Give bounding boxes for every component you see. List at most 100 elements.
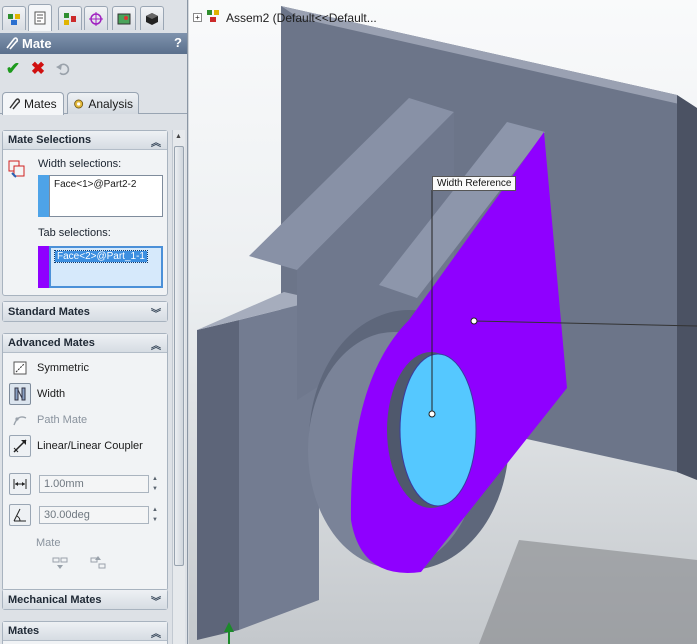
help-button[interactable]: ? <box>174 35 182 50</box>
expand-tree-icon[interactable]: + <box>193 13 202 22</box>
paperclip-icon <box>9 98 20 110</box>
crosshair-icon <box>89 11 103 26</box>
feature-manager-tabs <box>0 4 187 31</box>
mate-paperclip-icon <box>4 36 19 53</box>
check-icon: ✔ <box>5 59 21 78</box>
assembly-icon <box>206 9 222 26</box>
advanced-mates-header[interactable]: Advanced Mates ︽ <box>3 334 167 353</box>
assembly-model[interactable] <box>189 0 697 644</box>
appearance-tab[interactable] <box>140 6 164 30</box>
standard-mates-header[interactable]: Standard Mates ︾ <box>3 302 167 321</box>
anti-aligned-icon[interactable] <box>89 555 107 574</box>
scrollbar-thumb[interactable] <box>174 146 184 566</box>
width-face-selected[interactable] <box>399 353 477 507</box>
tab-selection-item[interactable]: Face<2>@Part_1-1 <box>54 250 148 263</box>
spin-up-icon[interactable]: ▲ <box>152 506 160 514</box>
action-buttons: ✔ ✖ <box>0 57 187 81</box>
advanced-mates-group: Advanced Mates ︽ Symmetric Width Path Ma… <box>2 333 168 591</box>
width-reference-callout: Width Reference <box>432 176 517 191</box>
path-mate-option[interactable]: Path Mate <box>9 409 87 431</box>
close-icon: ✖ <box>30 59 46 78</box>
mate-alignment-label: Mate <box>36 537 61 549</box>
spin-down-icon[interactable]: ▼ <box>152 516 160 524</box>
tab-analysis[interactable]: Analysis <box>67 92 139 114</box>
distance-icon <box>9 473 31 495</box>
property-manager-panel: Mate ? ✔ ✖ Mates Analysis Mate Selection… <box>0 0 188 644</box>
linear-coupler-option[interactable]: Linear/Linear Coupler <box>9 435 143 457</box>
display-manager-tab[interactable] <box>112 6 136 30</box>
property-manager-title-bar: Mate ? <box>0 33 187 54</box>
distance-spinner[interactable]: ▲ ▼ <box>152 475 160 493</box>
assembly-name[interactable]: Assem2 (Default<<Default... <box>226 11 377 25</box>
analysis-gear-icon <box>74 99 84 108</box>
base-block-side <box>197 320 239 640</box>
angle-icon <box>9 504 31 526</box>
spin-down-icon[interactable]: ▼ <box>152 485 160 493</box>
scroll-up-icon[interactable]: ▲ <box>175 133 182 140</box>
property-manager-tab[interactable] <box>28 4 52 31</box>
reference-point-face[interactable] <box>470 317 478 325</box>
symmetric-icon <box>9 357 31 379</box>
width-icon <box>9 383 31 405</box>
collapse-chevron-icon: ︽ <box>151 629 161 640</box>
feature-tree-tab[interactable] <box>2 6 26 30</box>
linear-coupler-icon <box>9 435 31 457</box>
tab-selections-list[interactable]: Face<2>@Part_1-1 <box>49 246 163 288</box>
standard-mates-title: Standard Mates <box>8 305 90 318</box>
spin-up-icon[interactable]: ▲ <box>152 475 160 483</box>
distance-field[interactable]: 1.00mm <box>39 475 149 493</box>
mechanical-mates-group[interactable]: Mechanical Mates ︾ <box>2 589 168 610</box>
undo-icon <box>56 63 70 76</box>
mechanical-mates-header[interactable]: Mechanical Mates ︾ <box>3 590 167 609</box>
linear-coupler-label: Linear/Linear Coupler <box>37 440 143 452</box>
panel-scrollbar[interactable]: ▲ <box>172 130 185 644</box>
mate-selections-title: Mate Selections <box>8 134 92 146</box>
tab-selections-label: Tab selections: <box>38 227 111 239</box>
path-mate-icon <box>9 409 31 431</box>
width-selections-label: Width selections: <box>38 158 122 170</box>
angle-spinner[interactable]: ▲ ▼ <box>152 506 160 524</box>
width-mate-option[interactable]: Width <box>9 383 65 405</box>
graphics-area[interactable]: + Assem2 (Default<<Default... Width Refe… <box>189 0 697 644</box>
expand-chevron-icon: ︾ <box>151 597 161 608</box>
width-label: Width <box>37 388 66 400</box>
mechanical-mates-title: Mechanical Mates <box>8 593 102 606</box>
cube-icon <box>146 12 158 25</box>
tab-selection-color <box>38 246 49 288</box>
mates-group: Mates ︽ <box>2 621 168 644</box>
configuration-manager-tab[interactable] <box>58 6 82 30</box>
aligned-icon[interactable] <box>51 555 69 574</box>
tab-mates[interactable]: Mates <box>2 92 64 115</box>
floor-shadow <box>479 540 697 644</box>
feature-tree-icon <box>8 13 20 25</box>
symmetric-mate-option[interactable]: Symmetric <box>9 357 89 379</box>
flyout-feature-tree[interactable]: + Assem2 (Default<<Default... <box>193 9 377 26</box>
expand-chevron-icon: ︾ <box>151 309 161 320</box>
symmetric-label: Symmetric <box>37 362 89 374</box>
undo-button[interactable] <box>53 59 73 79</box>
property-groups: Mate Selections ︽ Width selections: Face… <box>0 126 172 644</box>
collapse-chevron-icon: ︽ <box>151 138 161 149</box>
mate-selection-icon <box>7 159 27 179</box>
standard-mates-group[interactable]: Standard Mates ︾ <box>2 301 168 322</box>
back-plate-side <box>677 95 697 480</box>
ok-button[interactable]: ✔ <box>3 59 23 79</box>
reference-point-hole[interactable] <box>428 410 436 418</box>
mate-tabs: Mates Analysis <box>0 90 187 115</box>
angle-row: 30.00deg ▲ ▼ <box>9 504 160 526</box>
advanced-mates-title: Advanced Mates <box>8 337 95 349</box>
width-selection-item[interactable]: Face<1>@Part2-2 <box>54 179 136 190</box>
cancel-button[interactable]: ✖ <box>28 59 48 79</box>
mate-selections-group: Mate Selections ︽ Width selections: Face… <box>2 130 168 296</box>
tab-mates-label: Mates <box>24 97 57 111</box>
dimxpert-tab[interactable] <box>84 6 108 30</box>
width-selection-color <box>38 175 49 217</box>
mates-header[interactable]: Mates ︽ <box>3 622 167 641</box>
property-manager-icon <box>34 11 46 25</box>
width-selections-list[interactable]: Face<1>@Part2-2 <box>49 175 163 217</box>
collapse-chevron-icon: ︽ <box>151 341 161 352</box>
page-title: Mate <box>22 36 52 51</box>
distance-row: 1.00mm ▲ ▼ <box>9 473 160 495</box>
angle-field[interactable]: 30.00deg <box>39 506 149 524</box>
mate-selections-header[interactable]: Mate Selections ︽ <box>3 131 167 150</box>
